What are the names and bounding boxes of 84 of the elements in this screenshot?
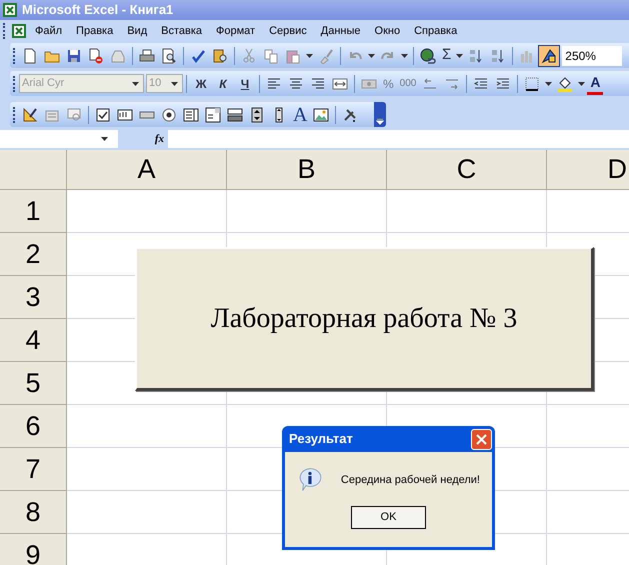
tools-icon bbox=[342, 106, 358, 122]
radio-button-icon bbox=[161, 106, 177, 122]
column-header[interactable]: A bbox=[67, 150, 227, 190]
scissors-icon bbox=[241, 48, 257, 64]
clipboard-icon bbox=[285, 48, 301, 64]
corner-cell bbox=[0, 150, 67, 190]
dropdown-arrow-icon[interactable] bbox=[101, 137, 108, 141]
design-mode-icon bbox=[22, 106, 38, 122]
print-preview-icon bbox=[161, 48, 177, 64]
dropdown-arrow-icon[interactable] bbox=[456, 54, 464, 58]
ok-button[interactable]: OK bbox=[351, 506, 426, 529]
dropdown-arrow-icon[interactable] bbox=[545, 82, 552, 86]
row-header[interactable]: 3 bbox=[0, 276, 67, 319]
align-center-icon bbox=[288, 76, 304, 92]
row-header[interactable]: 1 bbox=[0, 190, 67, 233]
menu-item[interactable]: Данные bbox=[314, 22, 367, 40]
increase-decimal-icon bbox=[422, 76, 438, 92]
research-icon bbox=[212, 48, 228, 64]
menu-item[interactable]: Файл bbox=[29, 22, 68, 40]
increase-indent-icon bbox=[495, 76, 512, 92]
new-document-icon bbox=[22, 48, 38, 64]
view-code-icon bbox=[66, 106, 82, 122]
font-name-value: Arial Cyr bbox=[22, 76, 64, 92]
close-button[interactable] bbox=[471, 428, 492, 450]
menu-item[interactable]: Сервис bbox=[263, 22, 313, 40]
borders-icon bbox=[524, 76, 540, 92]
toggle-button-icon bbox=[227, 106, 243, 122]
mail-tray-icon bbox=[110, 48, 126, 64]
drawing-shapes-button[interactable] bbox=[538, 44, 560, 66]
window-title: Microsoft Excel - Книга1 bbox=[22, 1, 174, 20]
dialog-message: Середина рабочей недели! bbox=[340, 472, 480, 488]
document-stop-icon bbox=[88, 48, 104, 64]
label-tool-button[interactable]: A bbox=[290, 104, 310, 126]
column-header[interactable]: B bbox=[227, 150, 387, 190]
menu-item[interactable]: Вставка bbox=[155, 22, 208, 40]
dropdown-arrow-icon[interactable] bbox=[368, 54, 375, 58]
menu-item[interactable]: Вид bbox=[121, 22, 154, 40]
image-icon bbox=[313, 106, 330, 122]
autosum-button[interactable]: Σ bbox=[439, 44, 454, 66]
checkbox-icon bbox=[95, 106, 111, 122]
printer-icon bbox=[139, 48, 155, 64]
dialog-title: Результат bbox=[289, 430, 353, 448]
row-header[interactable]: 2 bbox=[0, 233, 67, 276]
combo-box-icon bbox=[205, 106, 221, 122]
globe-link-icon bbox=[420, 48, 436, 64]
row-header[interactable]: 9 bbox=[0, 534, 67, 565]
text-field-icon bbox=[117, 106, 133, 122]
spinner-icon bbox=[249, 106, 265, 122]
row-header[interactable]: 7 bbox=[0, 448, 67, 491]
zoom-field[interactable]: 250% bbox=[562, 46, 622, 66]
menu-item[interactable]: Окно bbox=[368, 22, 406, 40]
close-icon bbox=[476, 434, 487, 444]
dropdown-arrow-icon[interactable] bbox=[578, 82, 586, 86]
sort-descending-icon bbox=[490, 48, 506, 64]
decrease-indent-icon bbox=[473, 76, 490, 92]
menu-item[interactable]: Правка bbox=[70, 22, 120, 40]
brush-icon bbox=[318, 48, 334, 64]
menu-item[interactable]: Справка bbox=[408, 22, 464, 40]
fill-bucket-icon bbox=[557, 76, 574, 92]
row-header[interactable]: 4 bbox=[0, 319, 67, 362]
column-header[interactable]: D bbox=[547, 150, 629, 190]
spelling-check-icon bbox=[190, 48, 206, 64]
dropdown-arrow-icon[interactable] bbox=[401, 54, 408, 58]
menu-item[interactable]: Формат bbox=[210, 22, 262, 40]
align-left-icon bbox=[266, 76, 282, 92]
column-header[interactable]: C bbox=[387, 150, 547, 190]
row-header[interactable]: 8 bbox=[0, 491, 67, 534]
formula-field[interactable] bbox=[168, 130, 629, 148]
chevron-down-icon bbox=[376, 119, 384, 125]
copy-icon bbox=[263, 48, 279, 64]
list-box-icon bbox=[183, 106, 199, 122]
row-header[interactable]: 5 bbox=[0, 362, 67, 405]
align-right-icon bbox=[310, 76, 326, 92]
drawing-shapes-icon bbox=[541, 48, 558, 64]
sort-ascending-icon bbox=[468, 48, 484, 64]
excel-logo-icon bbox=[11, 23, 27, 39]
toolbar-options-button[interactable] bbox=[374, 102, 386, 127]
excel-logo-icon bbox=[2, 2, 18, 18]
merge-center-icon bbox=[332, 76, 348, 92]
insert-function-button[interactable]: fx bbox=[118, 130, 168, 148]
sheet-button[interactable]: Лабораторная работа № 3 bbox=[135, 247, 594, 391]
row-header[interactable]: 6 bbox=[0, 405, 67, 448]
dropdown-arrow-icon[interactable] bbox=[306, 54, 313, 58]
font-size-value: 10 bbox=[149, 76, 162, 92]
